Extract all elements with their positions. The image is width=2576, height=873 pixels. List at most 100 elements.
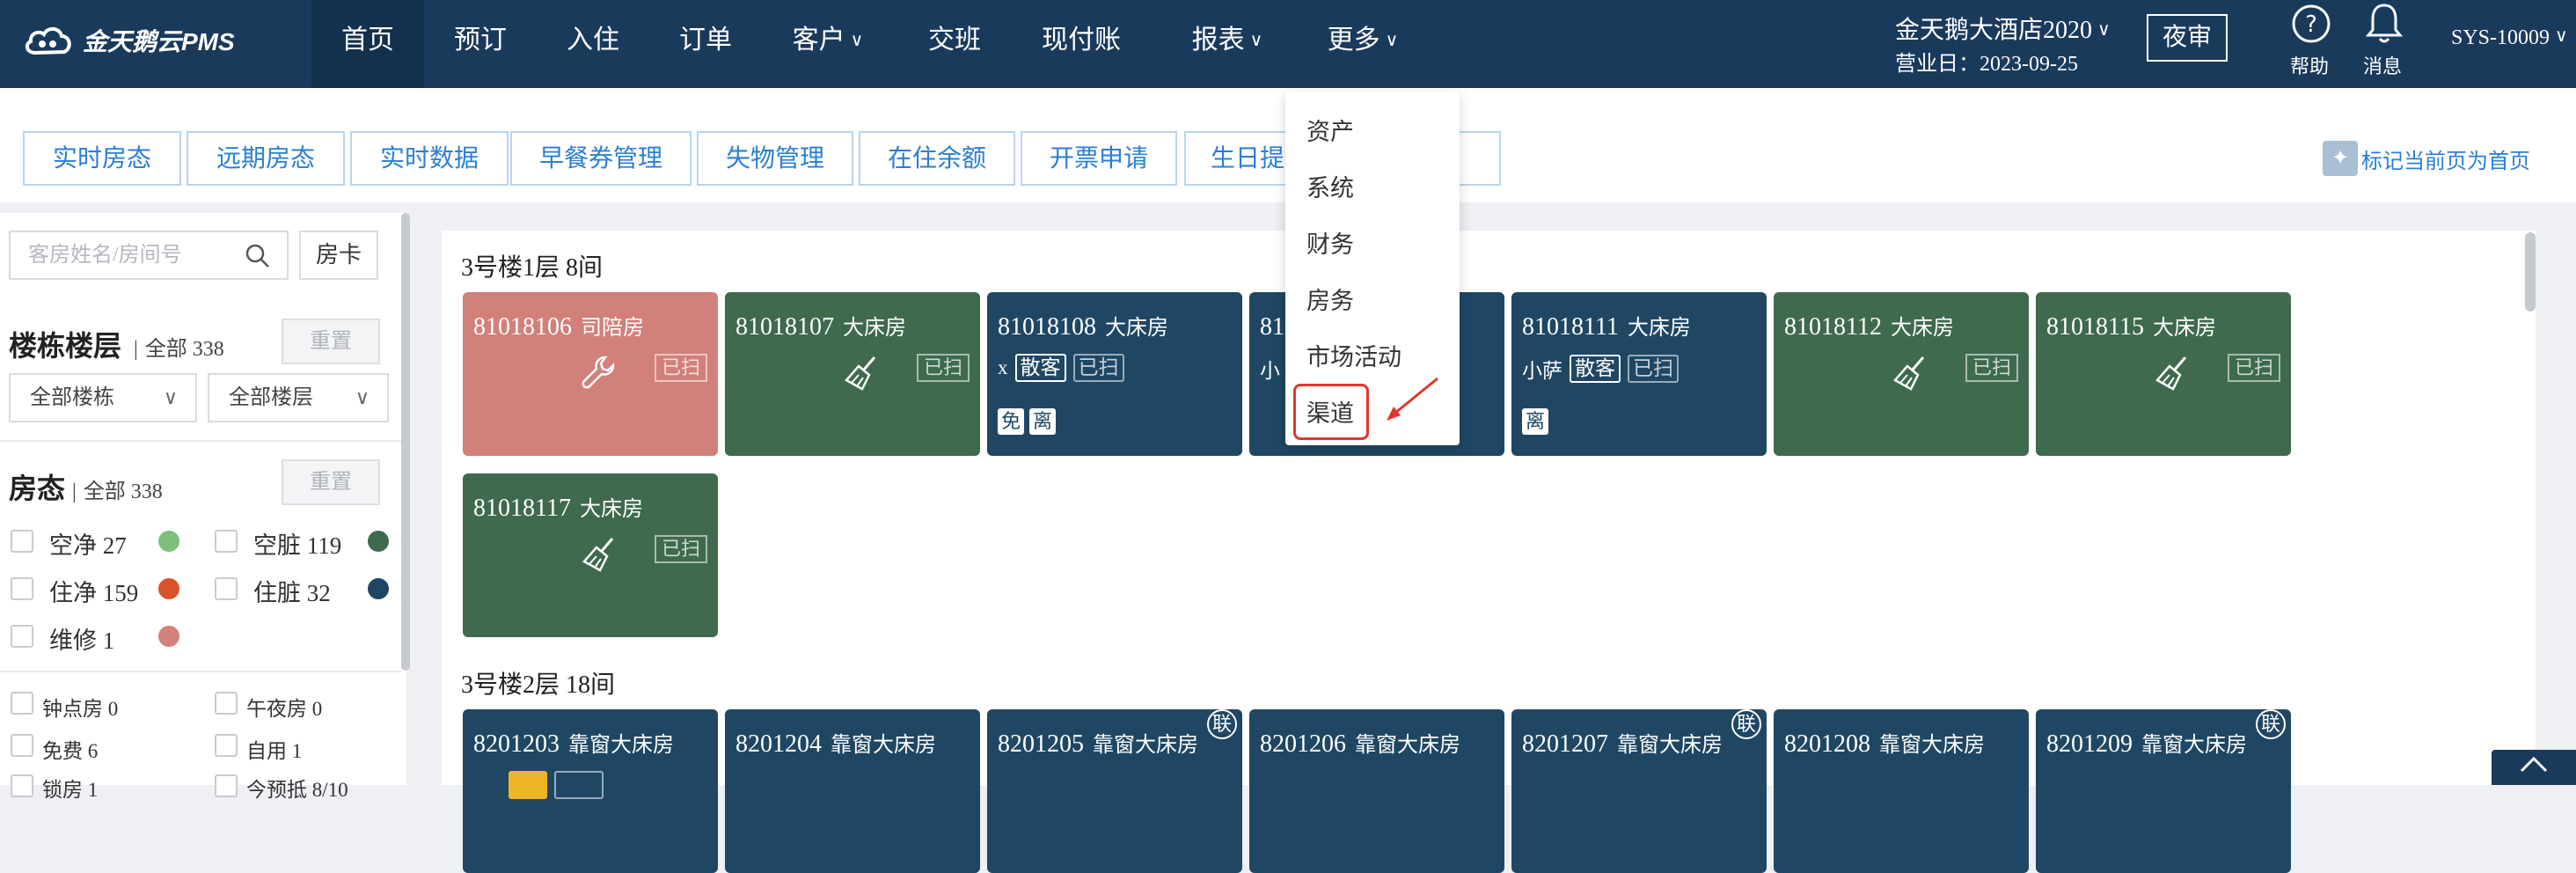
occupied-clean-dot [158, 578, 179, 599]
room-number: 81018108 [998, 313, 1096, 341]
nav-cash-account[interactable]: 现付账 [1015, 0, 1147, 88]
checkbox-occupied-clean[interactable] [11, 577, 33, 600]
highlight-box [1293, 384, 1369, 440]
cleaned-tag: 已扫 [1072, 354, 1124, 382]
nav-shift[interactable]: 交班 [894, 0, 1015, 88]
checkbox-hourly[interactable] [11, 692, 33, 715]
building-select-value: 全部楼栋 [30, 386, 114, 409]
nav-more-label: 更多 [1327, 26, 1380, 55]
chevron-down-icon: ∨ [2097, 20, 2111, 40]
checkbox-vacant-dirty[interactable] [215, 530, 238, 553]
search-field[interactable] [9, 231, 289, 280]
tab-future-room-status[interactable]: 远期房态 [187, 131, 345, 186]
room-card[interactable]: 8201208 靠窗大床房 [1774, 709, 2029, 873]
bell-icon[interactable] [2365, 2, 2404, 46]
status-reset-button[interactable]: 重置 [282, 459, 380, 505]
room-card[interactable]: 81018106 司陪房 已扫 [463, 292, 718, 456]
building-reset-button[interactable]: 重置 [282, 319, 380, 364]
search-input[interactable] [26, 232, 241, 278]
hotel-selector[interactable]: 金天鹅大酒店2020 ∨ [1895, 11, 2111, 46]
main-scrollbar[interactable] [2525, 232, 2536, 312]
app-logo[interactable]: 金天鹅云PMS [23, 23, 235, 58]
tab-in-house-balance[interactable]: 在住余额 [859, 131, 1015, 186]
room-type: 大床房 [1627, 317, 1691, 340]
departure-tag: 离 [1522, 408, 1548, 435]
sidebar-scrollbar[interactable] [401, 213, 410, 671]
room-card[interactable]: 81018117 大床房 已扫 [463, 473, 718, 637]
menu-item-system[interactable]: 系统 [1306, 169, 1354, 203]
menu-item-housekeeping[interactable]: 房务 [1306, 282, 1354, 316]
nav-reports[interactable]: 报表 ∨ [1161, 0, 1293, 88]
svg-text:?: ? [2305, 11, 2317, 38]
tab-breakfast-vouchers[interactable]: 早餐券管理 [510, 131, 692, 186]
checkbox-occupied-dirty[interactable] [215, 577, 238, 600]
room-card[interactable]: 联 8201209 靠窗大床房 [2036, 709, 2291, 873]
menu-item-marketing[interactable]: 市场活动 [1306, 338, 1401, 372]
tab-lost-and-found[interactable]: 失物管理 [697, 131, 853, 186]
cloud-logo-icon [25, 26, 71, 55]
menu-item-finance[interactable]: 财务 [1306, 225, 1354, 260]
nav-reports-label: 报表 [1191, 26, 1245, 55]
menu-item-assets[interactable]: 资产 [1306, 113, 1354, 147]
cleaned-tag: 已扫 [654, 535, 707, 563]
building-select[interactable]: 全部楼栋 ∨ [9, 373, 197, 422]
room-type: 大床房 [1105, 317, 1168, 340]
floor-title: 3号楼1层 8间 [461, 254, 604, 282]
room-card[interactable]: 8201204 靠窗大床房 [725, 709, 980, 873]
floor-select[interactable]: 全部楼层 ∨ [208, 373, 389, 422]
room-status-title: 房态 [9, 473, 66, 504]
checkbox-locked[interactable] [11, 774, 33, 797]
room-card[interactable]: 81018115 大床房 已扫 [2036, 292, 2291, 456]
checkbox-repair[interactable] [11, 625, 33, 648]
cleaned-tag: 已扫 [2227, 354, 2280, 382]
room-status-count: | 全部 338 [72, 481, 163, 503]
checkbox-expected-arrival[interactable] [215, 774, 238, 797]
room-card[interactable]: 联 8201207 靠窗大床房 [1511, 709, 1767, 873]
room-number: 81018115 [2046, 313, 2144, 341]
room-card[interactable]: 81018108 大床房 x 散客 已扫 免离 [987, 292, 1242, 456]
room-number: 81018107 [735, 313, 834, 341]
checkbox-midnight[interactable] [215, 692, 238, 715]
departure-tag: 离 [1029, 408, 1056, 435]
nav-customers-label: 客户 [792, 26, 845, 55]
label-free: 免费 6 [42, 740, 99, 762]
cleaned-tag: 已扫 [916, 354, 970, 382]
room-card[interactable]: 81018107 大床房 已扫 [725, 292, 980, 456]
nav-home-label: 首页 [341, 26, 394, 55]
help-label[interactable]: 帮助 [2290, 51, 2329, 79]
checkbox-vacant-clean[interactable] [11, 530, 33, 553]
nav-home[interactable]: 首页 [311, 0, 424, 88]
room-card[interactable]: 81018111 大床房 小萨 散客 已扫 离 [1511, 292, 1767, 456]
room-card[interactable]: 联 8201205 靠窗大床房 [987, 709, 1242, 873]
messages-label[interactable]: 消息 [2363, 51, 2402, 79]
free-tag: 免 [998, 408, 1024, 435]
user-account[interactable]: SYS-10009 ∨ [2451, 25, 2568, 50]
room-type: 靠窗大床房 [831, 734, 936, 757]
room-card[interactable]: 81018112 大床房 已扫 [1774, 292, 2029, 456]
tab-realtime-room-status[interactable]: 实时房态 [23, 131, 181, 186]
repair-dot [158, 626, 179, 647]
room-card[interactable]: 8201206 靠窗大床房 [1249, 709, 1504, 873]
nav-booking[interactable]: 预订 [424, 0, 537, 88]
mark-as-homepage[interactable]: ✦ 标记当前页为首页 [2323, 141, 2530, 176]
room-number: 81018117 [473, 495, 571, 522]
scroll-to-top-button[interactable] [2492, 750, 2576, 785]
room-card-button[interactable]: 房卡 [299, 231, 378, 280]
nav-customers[interactable]: 客户 ∨ [762, 0, 894, 88]
checkbox-free[interactable] [11, 734, 33, 757]
chevron-down-icon: ∨ [2555, 26, 2568, 46]
tab-realtime-data[interactable]: 实时数据 [350, 131, 509, 186]
nav-booking-label: 预订 [454, 26, 507, 55]
checkbox-self-use[interactable] [215, 734, 238, 757]
label-expected-arrival: 今预抵 8/10 [246, 779, 348, 801]
tab-invoice-request[interactable]: 开票申请 [1021, 131, 1177, 186]
room-number: 8201209 [2046, 730, 2133, 758]
room-type: 靠窗大床房 [1879, 734, 1985, 757]
search-icon[interactable] [245, 243, 271, 269]
nav-more[interactable]: 更多 ∨ [1297, 0, 1429, 88]
help-icon[interactable]: ? [2291, 4, 2331, 44]
room-card[interactable]: 8201203 靠窗大床房 [463, 709, 718, 873]
night-audit-button[interactable]: 夜审 [2147, 14, 2228, 62]
nav-orders[interactable]: 订单 [649, 0, 762, 88]
nav-checkin[interactable]: 入住 [537, 0, 649, 88]
